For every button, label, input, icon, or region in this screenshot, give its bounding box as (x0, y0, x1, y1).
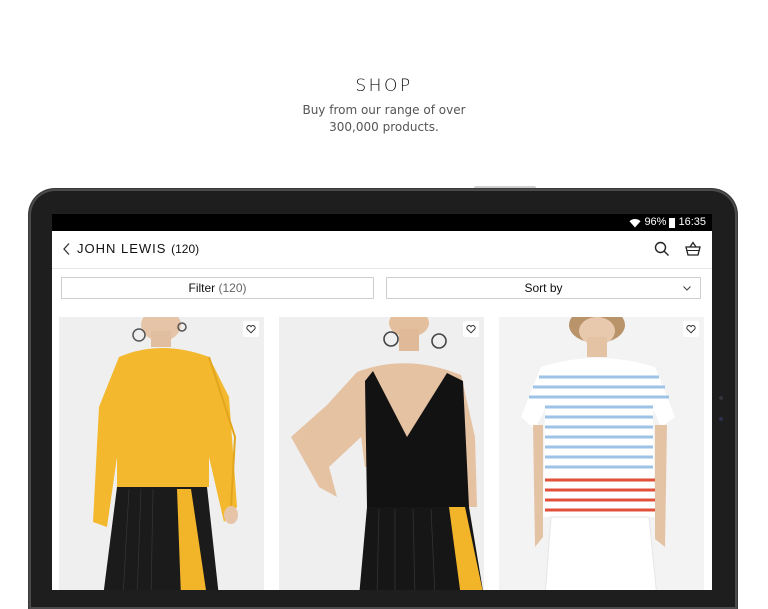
favourite-button[interactable] (463, 321, 479, 337)
product-image (499, 317, 704, 590)
heart-icon (466, 325, 476, 334)
favourite-button[interactable] (243, 321, 259, 337)
basket-button[interactable] (684, 240, 702, 258)
page-title: JOHN LEWIS (120) (77, 241, 199, 256)
status-time: 16:35 (678, 216, 706, 228)
product-card[interactable] (499, 317, 704, 590)
battery-icon (669, 217, 676, 228)
basket-icon (685, 241, 701, 256)
page-title-text: JOHN LEWIS (77, 241, 167, 256)
back-icon (63, 243, 70, 255)
wifi-icon (629, 218, 641, 227)
sort-label: Sort by (524, 281, 563, 295)
heart-icon (246, 325, 256, 334)
status-bar: 96% 16:35 (52, 214, 712, 231)
back-button[interactable] (58, 240, 76, 258)
chevron-down-icon (683, 286, 691, 291)
hero-title: SHOP (355, 76, 413, 96)
product-card[interactable] (59, 317, 264, 590)
filter-count: (120) (218, 281, 247, 295)
search-button[interactable] (653, 240, 671, 258)
battery-level: 96% (644, 216, 667, 228)
hero-subtitle-line-1: Buy from our range of over (302, 103, 466, 117)
favourite-button[interactable] (683, 321, 699, 337)
hero-subtitle: Buy from our range of over 300,000 produ… (0, 102, 768, 136)
hero-subtitle-line-2: 300,000 products. (329, 120, 439, 134)
tablet-screen: 96% 16:35 JOHN LEWIS (120) Filter (120) … (52, 214, 712, 590)
filter-label: Filter (188, 281, 216, 295)
search-icon (654, 241, 669, 256)
page-title-count: (120) (171, 242, 200, 256)
heart-icon (686, 325, 696, 334)
product-card[interactable] (279, 317, 484, 590)
sort-button[interactable]: Sort by (386, 277, 701, 299)
product-image (279, 317, 484, 590)
filter-button[interactable]: Filter (120) (61, 277, 374, 299)
app-bar: JOHN LEWIS (120) (52, 231, 712, 269)
tablet-sensor (719, 417, 723, 421)
tablet-sensor (719, 396, 723, 400)
product-image (59, 317, 264, 590)
